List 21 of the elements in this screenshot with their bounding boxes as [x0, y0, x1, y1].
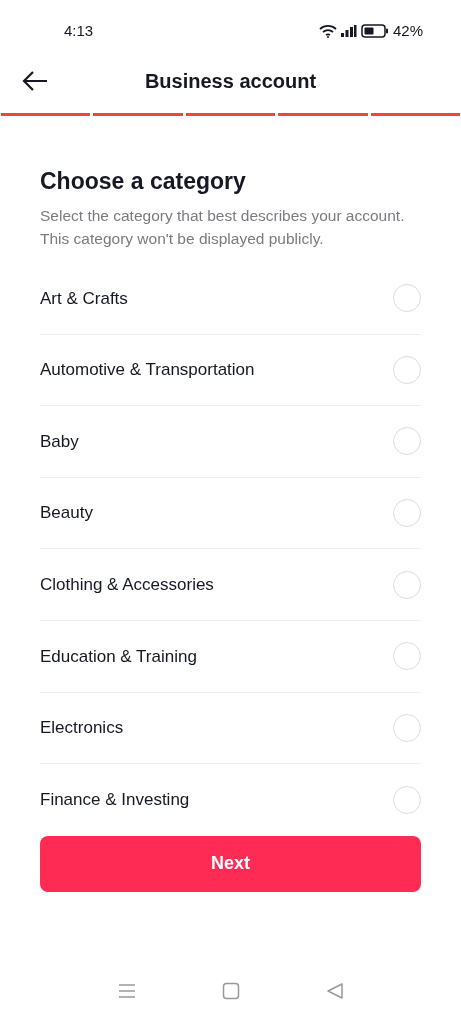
battery-icon	[360, 24, 389, 38]
page-heading: Choose a category	[40, 167, 247, 196]
home-icon[interactable]	[221, 982, 240, 1000]
wifi-icon	[318, 24, 337, 38]
header-title: Business account	[144, 69, 317, 94]
category-option[interactable]: Education & Training	[40, 620, 421, 693]
back-icon[interactable]	[325, 982, 344, 1000]
category-option[interactable]: Finance & Investing	[40, 764, 421, 836]
category-option[interactable]: Baby	[40, 406, 421, 478]
category-option[interactable]: Clothing & Accessories	[40, 549, 421, 621]
category-option[interactable]: Art & Crafts	[40, 263, 421, 335]
category-option[interactable]: Beauty	[40, 477, 421, 550]
menu-icon[interactable]	[117, 983, 136, 999]
page-description: Select the category that best describes your account. This category won't be displayed publicly.	[40, 206, 406, 249]
category-option[interactable]: Automotive & Transportation	[40, 334, 421, 407]
status-time: 4:13	[64, 20, 94, 41]
battery-percentage: 42%	[392, 20, 423, 41]
signal-icon	[340, 25, 357, 37]
category-option[interactable]: Electronics	[40, 692, 421, 765]
next-button[interactable]: Next	[40, 835, 421, 892]
back-arrow-icon	[22, 71, 48, 91]
